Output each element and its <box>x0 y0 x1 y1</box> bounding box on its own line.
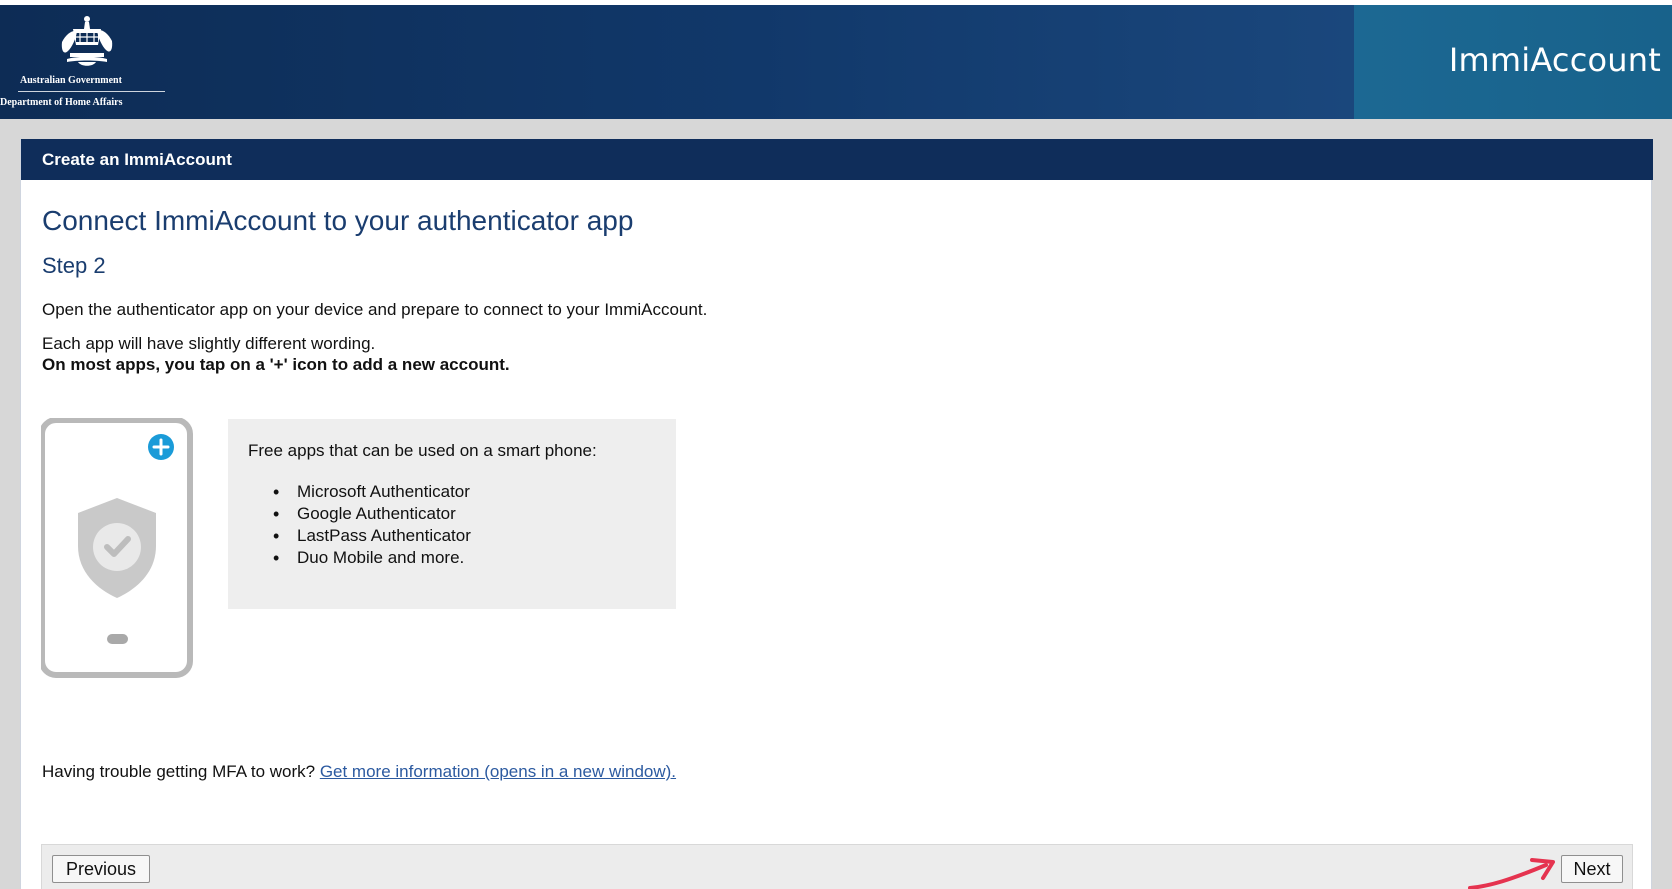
help-prefix: Having trouble getting MFA to work? <box>42 762 320 781</box>
list-item: Microsoft Authenticator <box>273 481 471 503</box>
step-title: Step 2 <box>42 253 106 278</box>
section-header: Create an ImmiAccount <box>21 139 1653 180</box>
previous-button[interactable]: Previous <box>52 855 150 883</box>
get-more-information-link[interactable]: Get more information (opens in a new win… <box>320 762 676 781</box>
phone-icon <box>41 418 193 678</box>
list-item: LastPass Authenticator <box>273 525 471 547</box>
plus-circle-icon <box>148 434 174 460</box>
content-panel: Create an ImmiAccount Connect ImmiAccoun… <box>20 139 1653 889</box>
free-apps-heading: Free apps that can be used on a smart ph… <box>248 441 597 460</box>
brand-panel: ImmiAccount <box>1354 5 1672 119</box>
list-item: Duo Mobile and more. <box>273 547 471 569</box>
next-button[interactable]: Next <box>1561 855 1623 883</box>
wording-text: Each app will have slightly different wo… <box>42 334 376 353</box>
logo-divider <box>18 91 165 92</box>
government-title: Australian Government <box>20 75 122 86</box>
list-item: Google Authenticator <box>273 503 471 525</box>
page-title: Connect ImmiAccount to your authenticato… <box>42 205 634 236</box>
brand-title: ImmiAccount <box>1448 41 1661 79</box>
form-navigation: Previous Next <box>41 844 1633 889</box>
page: Australian Government Department of Home… <box>0 0 1672 889</box>
arrow-icon <box>1468 858 1555 889</box>
help-text: Having trouble getting MFA to work? Get … <box>42 762 676 782</box>
free-apps-panel: Free apps that can be used on a smart ph… <box>228 419 676 609</box>
section-title: Create an ImmiAccount <box>42 150 232 169</box>
intro-text: Open the authenticator app on your devic… <box>42 300 708 319</box>
government-header: Australian Government Department of Home… <box>0 5 1672 119</box>
free-apps-list: Microsoft Authenticator Google Authentic… <box>273 481 471 569</box>
government-logo: Australian Government Department of Home… <box>0 11 170 111</box>
wording-bold-text: On most apps, you tap on a '+' icon to a… <box>42 355 510 374</box>
crest-icon <box>61 16 113 66</box>
department-title: Department of Home Affairs <box>0 97 123 108</box>
